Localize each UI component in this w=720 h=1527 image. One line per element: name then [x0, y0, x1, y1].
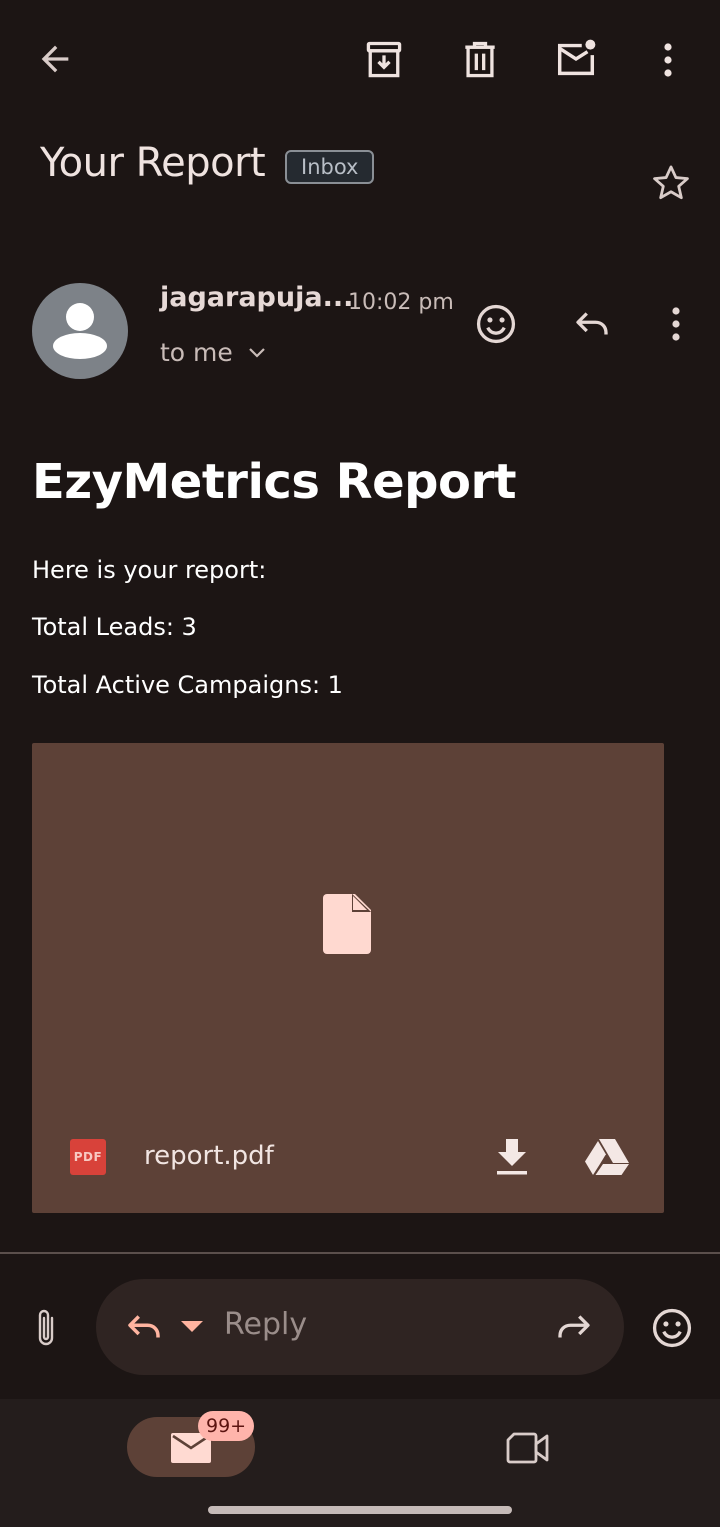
reply-button[interactable]	[568, 300, 616, 348]
sender-name[interactable]: jagarapuja...	[160, 282, 353, 313]
download-icon	[497, 1139, 527, 1175]
attach-icon	[38, 1309, 54, 1346]
divider	[0, 1252, 720, 1254]
back-button[interactable]	[30, 36, 80, 82]
bottom-navigation: 99+	[0, 1399, 720, 1527]
avatar-person-icon	[53, 303, 107, 359]
reply-composer[interactable]: Reply	[96, 1279, 624, 1375]
inbox-label-chip[interactable]: Inbox	[285, 150, 375, 184]
drive-icon	[585, 1139, 629, 1175]
back-arrow-icon	[41, 45, 69, 73]
delete-button[interactable]	[456, 36, 504, 84]
more-vert-icon	[672, 307, 680, 341]
email-time: 10:02 pm	[348, 290, 454, 315]
reply-mode-dropdown[interactable]	[178, 1315, 206, 1339]
email-body-heading: EzyMetrics Report	[32, 454, 517, 510]
meet-tab[interactable]	[504, 1427, 552, 1469]
video-icon	[506, 1432, 549, 1464]
reply-mode-button[interactable]	[122, 1305, 166, 1349]
emoji-icon	[652, 1308, 692, 1348]
sender-avatar[interactable]	[32, 283, 128, 379]
file-icon	[323, 894, 371, 954]
archive-icon	[366, 41, 402, 78]
recipient-label: to me	[160, 338, 233, 367]
caret-down-icon	[181, 1321, 203, 1332]
unread-count-badge: 99+	[198, 1411, 255, 1441]
body-line: Total Leads: 3	[32, 613, 197, 641]
forward-icon	[558, 1315, 590, 1338]
file-preview	[322, 893, 374, 955]
pdf-type-badge: PDF	[70, 1139, 106, 1175]
attach-button[interactable]	[26, 1304, 66, 1352]
reply-icon	[576, 312, 608, 335]
more-options-button[interactable]	[650, 36, 686, 84]
emoji-icon	[476, 304, 516, 344]
reply-placeholder[interactable]: Reply	[224, 1307, 307, 1342]
attachment-file-name: report.pdf	[144, 1141, 274, 1171]
message-more-button[interactable]	[658, 300, 694, 348]
archive-button[interactable]	[360, 36, 408, 84]
recipient-toggle[interactable]: to me	[160, 338, 267, 367]
home-indicator[interactable]	[208, 1506, 512, 1514]
mark-unread-button[interactable]	[552, 34, 600, 84]
chevron-down-icon	[249, 347, 265, 358]
trash-icon	[465, 41, 495, 78]
add-reaction-button[interactable]	[472, 300, 520, 348]
more-vert-icon	[664, 43, 672, 77]
mark-unread-icon	[557, 39, 596, 76]
emoji-reaction-button[interactable]	[648, 1304, 696, 1352]
attachment-card[interactable]: PDF report.pdf	[32, 743, 664, 1213]
download-button[interactable]	[490, 1135, 534, 1179]
forward-button[interactable]	[552, 1305, 596, 1349]
star-button[interactable]	[648, 160, 694, 206]
save-to-drive-button[interactable]	[584, 1135, 630, 1179]
body-line: Here is your report:	[32, 556, 267, 584]
body-line: Total Active Campaigns: 1	[32, 671, 343, 699]
email-subject: Your Report	[40, 140, 266, 186]
star-icon	[653, 165, 689, 200]
reply-icon	[128, 1315, 160, 1338]
